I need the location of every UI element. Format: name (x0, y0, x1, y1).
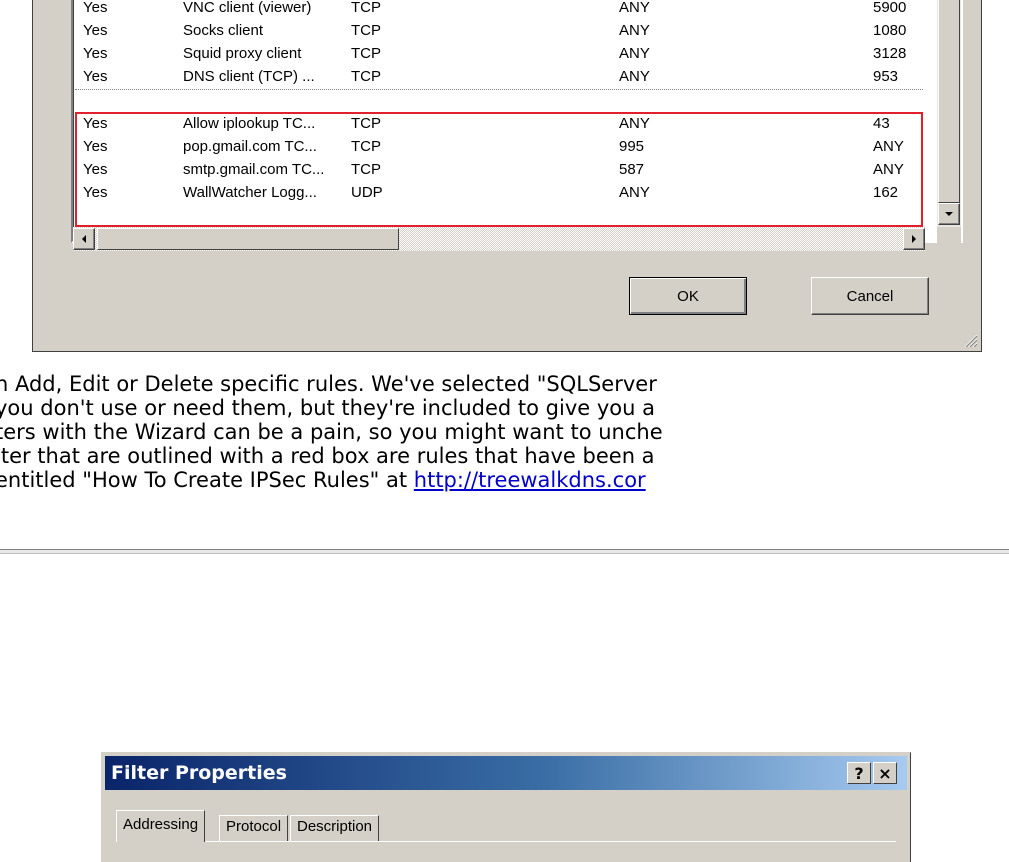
row-dest-port: ANY (873, 161, 904, 178)
row-name: Squid proxy client (183, 45, 302, 62)
row-enabled: Yes (83, 161, 108, 178)
resize-grip-icon[interactable] (962, 332, 978, 348)
ok-button[interactable]: OK (629, 277, 747, 315)
table-row[interactable]: Yes VNC client (viewer) TCP ANY 5900 (73, 0, 925, 20)
row-dest-port: 43 (873, 115, 890, 132)
help-button[interactable]: ? (847, 762, 871, 784)
close-button[interactable]: × (873, 762, 897, 784)
row-name: Socks client (183, 22, 264, 39)
row-enabled: Yes (83, 68, 108, 85)
row-enabled: Yes (83, 115, 108, 132)
scrollbar-corner (937, 227, 961, 245)
row-name: WallWatcher Logg... (183, 184, 317, 201)
row-dest-port: 1080 (873, 22, 907, 39)
tab-strip-line (116, 841, 896, 842)
row-source-port: 587 (619, 161, 645, 178)
arrow-down-icon (945, 212, 953, 216)
row-name: smtp.gmail.com TC... (183, 161, 325, 178)
row-protocol: TCP (351, 0, 381, 16)
table-row[interactable]: Yes DNS client (TCP) ... TCP ANY 953 (73, 66, 925, 89)
rules-dialog: Yes VNC client (viewer) TCP ANY 5900 Yes… (32, 0, 982, 352)
row-name: DNS client (TCP) ... (183, 68, 315, 85)
row-source-port: ANY (619, 184, 650, 201)
row-source-port: ANY (619, 0, 650, 16)
tab-protocol[interactable]: Protocol (219, 815, 289, 841)
dialog-title: Filter Properties (111, 762, 287, 784)
filter-properties-dialog: Filter Properties ? × Addressing Protoco… (101, 752, 911, 862)
vertical-scroll-thumb[interactable] (938, 0, 960, 203)
row-name: Allow iplookup TC... (183, 115, 316, 132)
row-source-port: ANY (619, 68, 650, 85)
row-source-port: ANY (619, 115, 650, 132)
row-source-port: ANY (619, 45, 650, 62)
table-row[interactable]: Yes Allow iplookup TC... TCP ANY 43 (73, 113, 925, 136)
article-line-text: entitled "How To Create IPSec Rules" at (0, 468, 414, 492)
row-protocol: TCP (351, 22, 381, 39)
row-enabled: Yes (83, 138, 108, 155)
article-line: ters with the Wizard can be a pain, so y… (0, 420, 663, 444)
row-divider (75, 89, 923, 91)
arrow-right-icon (912, 235, 916, 243)
article-paragraph: n Add, Edit or Delete specific rules. We… (0, 372, 1009, 492)
row-dest-port: 162 (873, 184, 899, 201)
title-bar[interactable]: Filter Properties ? × (105, 756, 907, 790)
rules-list[interactable]: Yes VNC client (viewer) TCP ANY 5900 Yes… (71, 0, 963, 251)
row-enabled: Yes (83, 0, 108, 16)
article-link[interactable]: http://treewalkdns.cor (414, 468, 646, 492)
scroll-left-button[interactable] (73, 228, 95, 250)
table-row[interactable]: Yes Squid proxy client TCP ANY 3128 (73, 43, 925, 66)
horizontal-scrollbar[interactable] (73, 227, 925, 251)
table-row[interactable]: Yes Socks client TCP ANY 1080 (73, 20, 925, 43)
row-protocol: TCP (351, 68, 381, 85)
row-protocol: TCP (351, 45, 381, 62)
row-protocol: UDP (351, 184, 383, 201)
row-protocol: TCP (351, 161, 381, 178)
cancel-button[interactable]: Cancel (811, 277, 929, 315)
row-enabled: Yes (83, 184, 108, 201)
row-dest-port: ANY (873, 138, 904, 155)
table-row[interactable]: Yes smtp.gmail.com TC... TCP 587 ANY (73, 159, 925, 182)
scroll-right-button[interactable] (903, 228, 925, 250)
tab-description[interactable]: Description (290, 815, 380, 841)
row-source-port: ANY (619, 22, 650, 39)
row-protocol: TCP (351, 115, 381, 132)
tab-addressing[interactable]: Addressing (116, 810, 206, 842)
table-row[interactable]: Yes WallWatcher Logg... UDP ANY 162 (73, 182, 925, 205)
scroll-down-button[interactable] (938, 203, 960, 225)
horizontal-rule (0, 549, 1009, 554)
row-source-port: 995 (619, 138, 645, 155)
article-line: n Add, Edit or Delete specific rules. We… (0, 372, 657, 396)
row-protocol: TCP (351, 138, 381, 155)
arrow-left-icon (82, 235, 86, 243)
table-row[interactable]: Yes pop.gmail.com TC... TCP 995 ANY (73, 136, 925, 159)
row-name: pop.gmail.com TC... (183, 138, 317, 155)
article-line: entitled "How To Create IPSec Rules" at … (0, 468, 1009, 492)
row-dest-port: 5900 (873, 0, 907, 16)
horizontal-scroll-thumb[interactable] (97, 228, 399, 250)
row-enabled: Yes (83, 22, 108, 39)
row-name: VNC client (viewer) (183, 0, 312, 16)
vertical-scrollbar[interactable] (937, 0, 961, 227)
row-dest-port: 953 (873, 68, 899, 85)
row-enabled: Yes (83, 45, 108, 62)
article-line: lter that are outlined with a red box ar… (0, 444, 655, 468)
row-dest-port: 3128 (873, 45, 907, 62)
article-line: you don't use or need them, but they're … (0, 396, 656, 420)
